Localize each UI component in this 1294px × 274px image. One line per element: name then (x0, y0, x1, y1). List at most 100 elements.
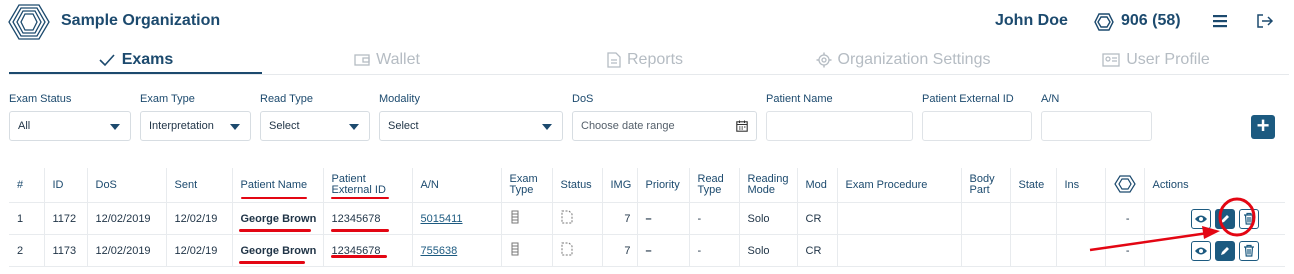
wallet-icon (354, 54, 370, 66)
col-header-state: State (1010, 168, 1057, 203)
cell-priority: – (637, 234, 690, 267)
cell-img: 7 (602, 234, 638, 267)
cell-exam-type (501, 234, 553, 267)
cell-exam-procedure (837, 234, 962, 267)
tab-label: Organization Settings (837, 51, 991, 68)
col-header-reading-mode: Reading Mode (739, 168, 798, 203)
an-link[interactable]: 5015411 (421, 213, 463, 225)
user-name[interactable]: John Doe (995, 12, 1068, 30)
col-header-mod: Mod (797, 168, 838, 203)
header-line: Mode (747, 184, 776, 196)
annotation-underline (239, 261, 305, 264)
cell-an: 5015411 (412, 202, 502, 235)
col-header-exam-type: Exam Type (501, 168, 553, 203)
col-header-body-part: Body Part (961, 168, 1011, 203)
filter-label-read-type: Read Type (260, 93, 314, 105)
chevron-down-icon (349, 124, 359, 130)
tab-user-profile[interactable]: User Profile (1028, 47, 1284, 73)
header-line: Type (697, 184, 722, 196)
annotation-arrow (1089, 197, 1256, 252)
read-type-value: Select (269, 120, 300, 132)
tab-reports[interactable]: Reports (512, 47, 778, 73)
scroll-document-icon (511, 242, 518, 256)
cell-num: 2 (9, 234, 45, 267)
cell-img: 7 (602, 202, 638, 235)
organization-logo-icon (1113, 174, 1136, 193)
cell-status (552, 234, 603, 267)
cell-exam-type (501, 202, 553, 235)
tab-label: Wallet (376, 51, 420, 68)
cell-body-part (961, 234, 1011, 267)
exam-status-value: All (18, 120, 31, 132)
annotation-underline (239, 229, 311, 232)
cell-exam-procedure (837, 202, 962, 235)
patient-name-input[interactable] (766, 111, 913, 141)
col-header-an: A/N (412, 168, 502, 203)
tab-label: User Profile (1126, 51, 1210, 68)
col-header-exam-procedure: Exam Procedure (837, 168, 962, 203)
col-header-priority: Priority (637, 168, 690, 203)
cell-status (552, 202, 603, 235)
cell-body-part (961, 202, 1011, 235)
filter-label-dos: DoS (572, 93, 594, 105)
add-exam-button[interactable]: + (1251, 115, 1275, 139)
chevron-down-icon (110, 124, 120, 130)
filter-label-exam-type: Exam Type (140, 93, 195, 105)
cell-dos: 12/02/2019 (87, 234, 167, 267)
modality-select[interactable]: Select (379, 111, 563, 141)
credits-balance: 906 (58) (1121, 12, 1181, 29)
calendar-icon[interactable] (736, 120, 748, 132)
cell-sent: 12/02/19 (166, 234, 233, 267)
chevron-down-icon (542, 124, 552, 130)
header-line: Type (509, 184, 534, 196)
cell-dos: 12/02/2019 (87, 202, 167, 235)
cell-reading-mode: Solo (739, 202, 798, 235)
cell-read-type: - (689, 234, 740, 267)
dos-date-range-input[interactable]: Choose date range (572, 111, 757, 141)
col-header-sent: Sent (166, 168, 233, 203)
cell-id: 1173 (44, 234, 88, 267)
annotation-underline (331, 197, 389, 199)
exam-status-select[interactable]: All (9, 111, 131, 141)
col-header-id: ID (44, 168, 88, 203)
cell-reading-mode: Solo (739, 234, 798, 267)
modality-value: Select (388, 120, 419, 132)
tab-wallet[interactable]: Wallet (262, 47, 512, 73)
chevron-down-icon (230, 124, 240, 130)
patient-external-id-input[interactable] (922, 111, 1032, 141)
filter-label-patient-name: Patient Name (766, 93, 833, 105)
cell-state (1010, 234, 1057, 267)
an-input[interactable] (1041, 111, 1152, 141)
exam-type-value: Interpretation (149, 120, 214, 132)
cell-num: 1 (9, 202, 45, 235)
organization-name: Sample Organization (61, 12, 221, 29)
credits-icon (1094, 13, 1114, 31)
checkmark-icon (99, 54, 115, 67)
an-link[interactable]: 755638 (421, 245, 458, 257)
cell-mod: CR (797, 234, 838, 267)
active-tab-indicator (9, 72, 262, 74)
status-document-icon (561, 242, 572, 256)
cell-read-type: - (689, 202, 740, 235)
cell-state (1010, 202, 1057, 235)
annotation-underline (241, 197, 307, 199)
logout-icon[interactable] (1256, 13, 1274, 29)
filter-label-exam-status: Exam Status (9, 93, 72, 105)
menu-icon[interactable] (1212, 14, 1228, 28)
filter-label-patient-external-id: Patient External ID (922, 93, 1014, 105)
tab-divider (9, 74, 1289, 75)
read-type-select[interactable]: Select (260, 111, 370, 141)
cell-patient-external-id: 12345678 (323, 234, 413, 267)
header-line: Part (969, 184, 990, 196)
id-card-icon (1102, 53, 1120, 67)
tab-exams[interactable]: Exams (9, 47, 262, 73)
col-header-status: Status (552, 168, 603, 203)
gear-icon (816, 52, 831, 68)
tab-organization-settings[interactable]: Organization Settings (778, 47, 1028, 73)
logo-icon (8, 4, 50, 40)
tab-label: Exams (121, 51, 174, 68)
exam-type-select[interactable]: Interpretation (140, 111, 251, 141)
dos-placeholder: Choose date range (581, 120, 675, 132)
filter-label-an: A/N (1041, 93, 1060, 105)
scroll-document-icon (511, 210, 518, 224)
